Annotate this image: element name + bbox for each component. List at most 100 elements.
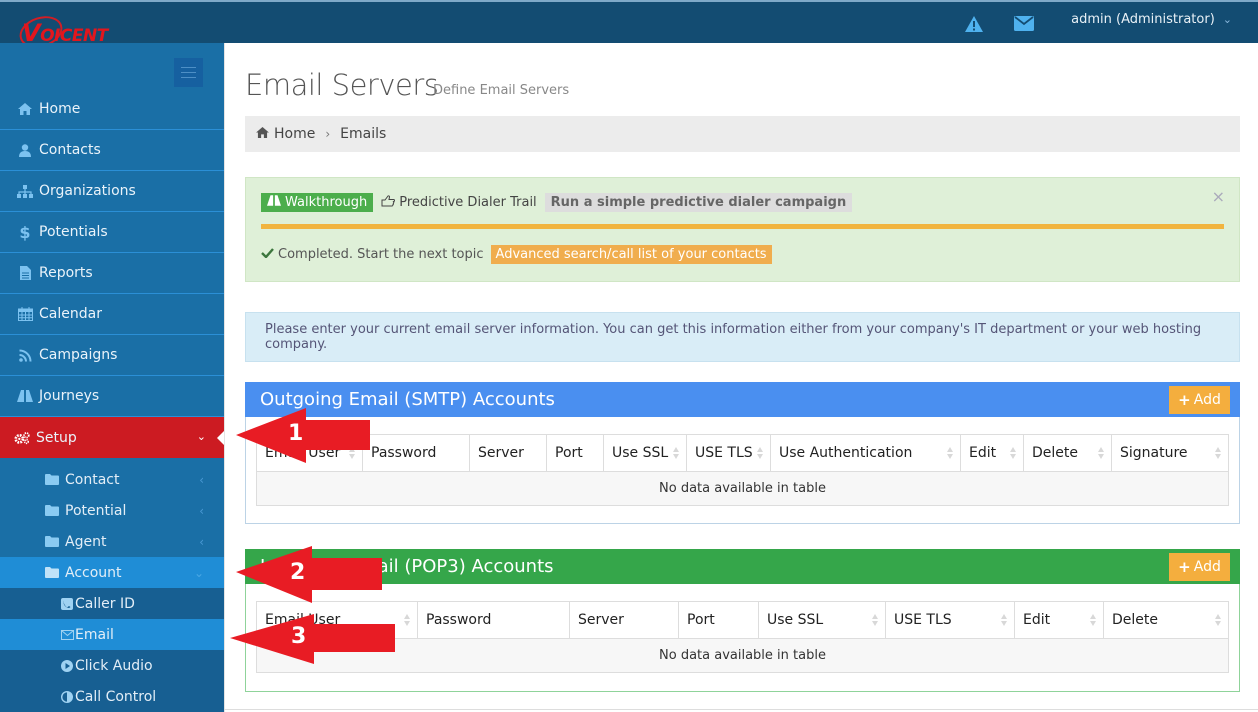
annotation-arrow-2: 2: [236, 546, 384, 604]
column-header-delete[interactable]: Delete: [1103, 601, 1229, 639]
column-header-port[interactable]: Port: [546, 434, 604, 472]
play-icon: [61, 659, 74, 672]
sidebar-subitem-label: Click Audio: [75, 657, 153, 674]
user-menu[interactable]: admin (Administrator) ⌄: [1071, 12, 1232, 27]
chevron-left-icon: ‹: [199, 534, 204, 549]
main-content: Email Servers Define Email Servers Home …: [224, 43, 1258, 712]
plus-icon: +: [1178, 558, 1191, 576]
sort-icon: [1215, 447, 1222, 460]
walkthrough-badge[interactable]: Walkthrough: [261, 193, 374, 212]
hamburger-icon[interactable]: [174, 58, 203, 87]
column-header-use-authentication[interactable]: Use Authentication: [770, 434, 961, 472]
sort-icon: [1215, 614, 1222, 627]
column-header-use-ssl[interactable]: Use SSL: [758, 601, 886, 639]
sidebar-item-calendar[interactable]: Calendar: [0, 294, 224, 335]
column-header-use-tls[interactable]: USE TLS: [686, 434, 771, 472]
breadcrumb-separator: ›: [325, 127, 331, 141]
folder-icon: [45, 536, 59, 547]
adjust-icon: [61, 690, 74, 703]
check-icon: [261, 247, 274, 262]
sidebar-item-label: Organizations: [39, 183, 136, 199]
sidebar-subitem-email[interactable]: Email: [0, 619, 224, 650]
column-header-delete[interactable]: Delete: [1023, 434, 1112, 472]
close-icon[interactable]: ×: [1212, 187, 1225, 206]
sidebar-subitem-click-audio[interactable]: Click Audio: [0, 650, 224, 681]
sidebar-item-label: Reports: [39, 265, 93, 281]
walkthrough-trail-label: Predictive Dialer Trail: [399, 195, 537, 210]
breadcrumb-current: Emails: [340, 126, 387, 142]
chevron-left-icon: ‹: [199, 472, 204, 487]
walkthrough-trail: Predictive Dialer Trail: [381, 194, 537, 211]
table-row: No data available in table: [256, 471, 1229, 506]
column-header-use-ssl[interactable]: Use SSL: [603, 434, 687, 472]
pop3-add-button[interactable]: + Add: [1169, 553, 1230, 581]
file-icon: [17, 266, 33, 280]
envelope-icon: [61, 629, 74, 640]
sidebar-subitem-label: Account: [65, 564, 122, 581]
column-header-password[interactable]: Password: [417, 601, 570, 639]
chevron-left-icon: ‹: [199, 503, 204, 518]
annotation-number: 2: [290, 560, 306, 585]
smtp-panel-title: Outgoing Email (SMTP) Accounts: [260, 389, 555, 410]
sort-icon: [872, 614, 879, 627]
sidebar-item-organizations[interactable]: Organizations: [0, 171, 224, 212]
home-icon: [256, 126, 269, 142]
empty-table-message: No data available in table: [256, 638, 1229, 673]
sidebar-item-journeys[interactable]: Journeys: [0, 376, 224, 417]
sidebar-subitem-call-control[interactable]: Call Control: [0, 681, 224, 712]
sort-icon: [404, 614, 411, 627]
sidebar-subitem-label: Call Control: [75, 688, 157, 705]
column-header-edit[interactable]: Edit: [1014, 601, 1104, 639]
walkthrough-topic[interactable]: Run a simple predictive dialer campaign: [544, 193, 853, 212]
sidebar-item-campaigns[interactable]: Campaigns: [0, 335, 224, 376]
walkthrough-badge-label: Walkthrough: [285, 195, 368, 210]
info-alert: Please enter your current email server i…: [245, 312, 1240, 362]
sidebar-subitem-potential[interactable]: Potential ‹: [0, 495, 224, 526]
sort-icon: [673, 447, 680, 460]
road-icon: [17, 390, 33, 402]
sidebar-item-label: Contacts: [39, 142, 101, 158]
smtp-add-button[interactable]: + Add: [1169, 386, 1230, 414]
empty-table-message: No data available in table: [256, 471, 1229, 506]
user-name: admin (Administrator): [1071, 12, 1215, 27]
chevron-down-icon: ⌄: [193, 565, 204, 580]
annotation-arrow-3: 3: [230, 614, 396, 666]
smtp-panel-header: Outgoing Email (SMTP) Accounts + Add: [245, 382, 1240, 417]
breadcrumb: Home › Emails: [245, 116, 1240, 152]
sort-icon: [757, 447, 764, 460]
hand-pointer-icon: [381, 194, 396, 211]
phone-icon: [61, 597, 74, 610]
sidebar-subitem-label: Potential: [65, 502, 127, 519]
sidebar-item-setup[interactable]: Setup ⌄: [0, 417, 225, 458]
column-header-port[interactable]: Port: [678, 601, 759, 639]
sidebar: Home Contacts Organizations $ Potentials…: [0, 43, 225, 712]
sort-icon: [1090, 614, 1097, 627]
column-header-password[interactable]: Password: [362, 434, 470, 472]
column-header-server[interactable]: Server: [569, 601, 679, 639]
smtp-table: Email User Password Server Port Use SSL …: [256, 434, 1229, 506]
sidebar-item-reports[interactable]: Reports: [0, 253, 224, 294]
sort-icon: [1010, 447, 1017, 460]
gears-icon: [14, 431, 30, 445]
sidebar-subitem-account[interactable]: Account ⌄: [0, 557, 224, 588]
column-header-use-tls[interactable]: USE TLS: [885, 601, 1015, 639]
next-topic-link[interactable]: Advanced search/call list of your contac…: [490, 245, 772, 264]
column-header-signature[interactable]: Signature: [1111, 434, 1229, 472]
calendar-icon: [17, 307, 33, 321]
top-header: VOICENT admin (Administrator) ⌄: [0, 0, 1258, 54]
pop3-table: Email User Password Server Port Use SSL …: [256, 601, 1229, 673]
sidebar-item-home[interactable]: Home: [0, 89, 224, 130]
sidebar-item-potentials[interactable]: $ Potentials: [0, 212, 224, 253]
sidebar-item-contacts[interactable]: Contacts: [0, 130, 224, 171]
column-header-edit[interactable]: Edit: [960, 434, 1024, 472]
sidebar-subitem-caller-id[interactable]: Caller ID: [0, 588, 224, 619]
sidebar-subitem-agent[interactable]: Agent ‹: [0, 526, 224, 557]
envelope-icon[interactable]: [1013, 14, 1035, 34]
sidebar-subitem-contact[interactable]: Contact ‹: [0, 464, 224, 495]
smtp-panel: Outgoing Email (SMTP) Accounts + Add Ema…: [245, 382, 1240, 524]
column-header-server[interactable]: Server: [469, 434, 547, 472]
folder-icon: [45, 474, 59, 485]
breadcrumb-home[interactable]: Home: [256, 126, 315, 142]
table-row: No data available in table: [256, 638, 1229, 673]
warning-icon[interactable]: [963, 14, 985, 34]
